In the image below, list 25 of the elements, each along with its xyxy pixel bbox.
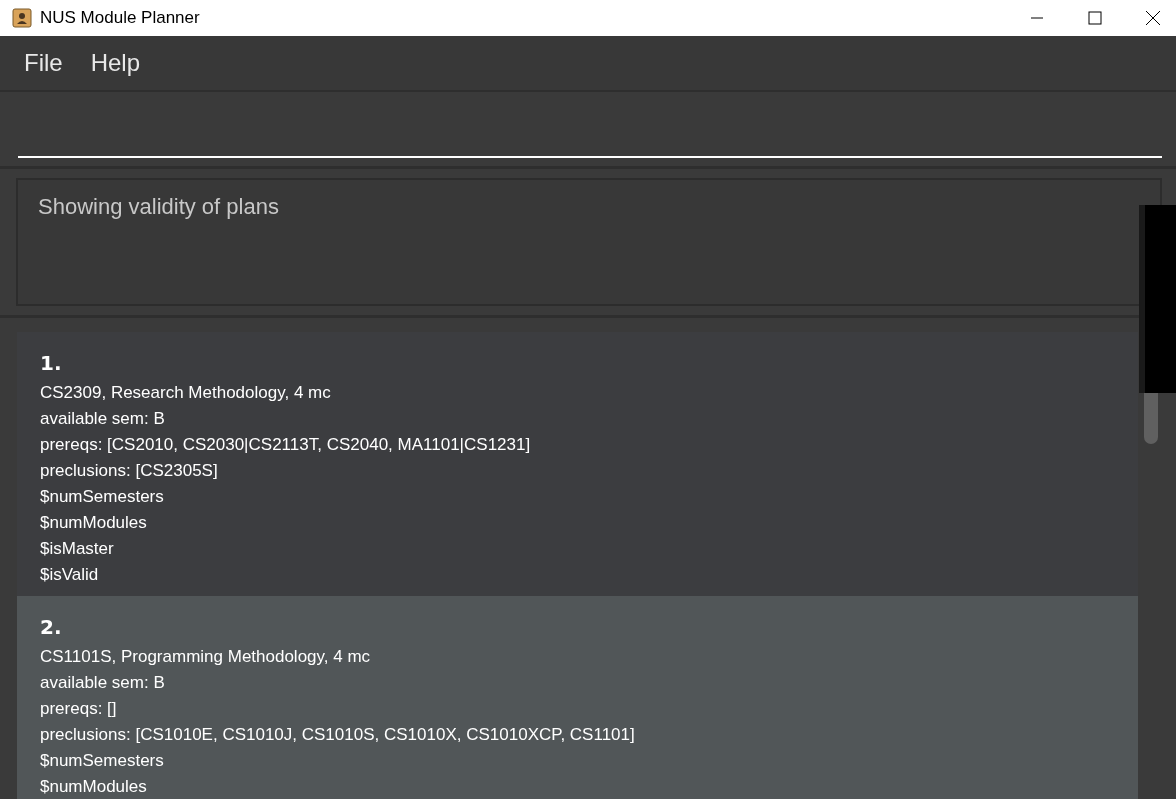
module-detail: $numModules <box>40 512 148 534</box>
module-detail: preclusions: [CS1010E, CS1010J, CS1010S, CS1010X, CS1010XCP, CS1101] <box>40 724 636 746</box>
app-icon <box>12 8 32 28</box>
module-detail: prereqs: [CS2010, CS2030|CS2113T, CS2040, MA1101|CS1231] <box>40 434 532 456</box>
module-detail: CS1101S, Programming Methodology, 4 mc <box>40 646 372 668</box>
menu-item[interactable]: Help <box>90 49 141 77</box>
menu-item[interactable]: File <box>24 49 63 77</box>
module-index: 1. <box>40 350 63 377</box>
module-card[interactable]: 2. CS1101S, Programming Methodology, 4 mc available sem: B prereqs: [] preclusions: [CS1010E, CS1010J, CS1010S, CS1010X, CS1010XCP, CS1101] $numSemesters $numModules <box>17 596 1138 799</box>
module-detail: $numModules <box>40 776 148 798</box>
module-detail: CS2309, Research Methodology, 4 mc <box>40 382 332 404</box>
module-card[interactable]: 1. CS2309, Research Methodology, 4 mc available sem: B prereqs: [CS2010, CS2030|CS2113T, CS2040, MA1101|CS1231] preclusions: [CS2305S] $numSemesters $numModules $isMaster $isValid <box>17 332 1138 596</box>
module-detail: $isValid <box>40 564 100 586</box>
window-title: NUS Module Planner <box>40 8 200 28</box>
module-detail: available sem: B <box>40 408 166 430</box>
maximize-icon <box>1088 11 1102 25</box>
module-detail: $numSemesters <box>40 486 165 508</box>
result-text: Showing validity of plans <box>38 194 279 219</box>
module-detail: $isMaster <box>40 538 115 560</box>
module-detail: available sem: B <box>40 672 166 694</box>
module-detail: $numSemesters <box>40 750 165 772</box>
module-index: 2. <box>40 614 63 641</box>
module-detail: prereqs: [] <box>40 698 118 720</box>
module-detail: preclusions: [CS2305S] <box>40 460 219 482</box>
close-icon <box>1145 10 1161 26</box>
